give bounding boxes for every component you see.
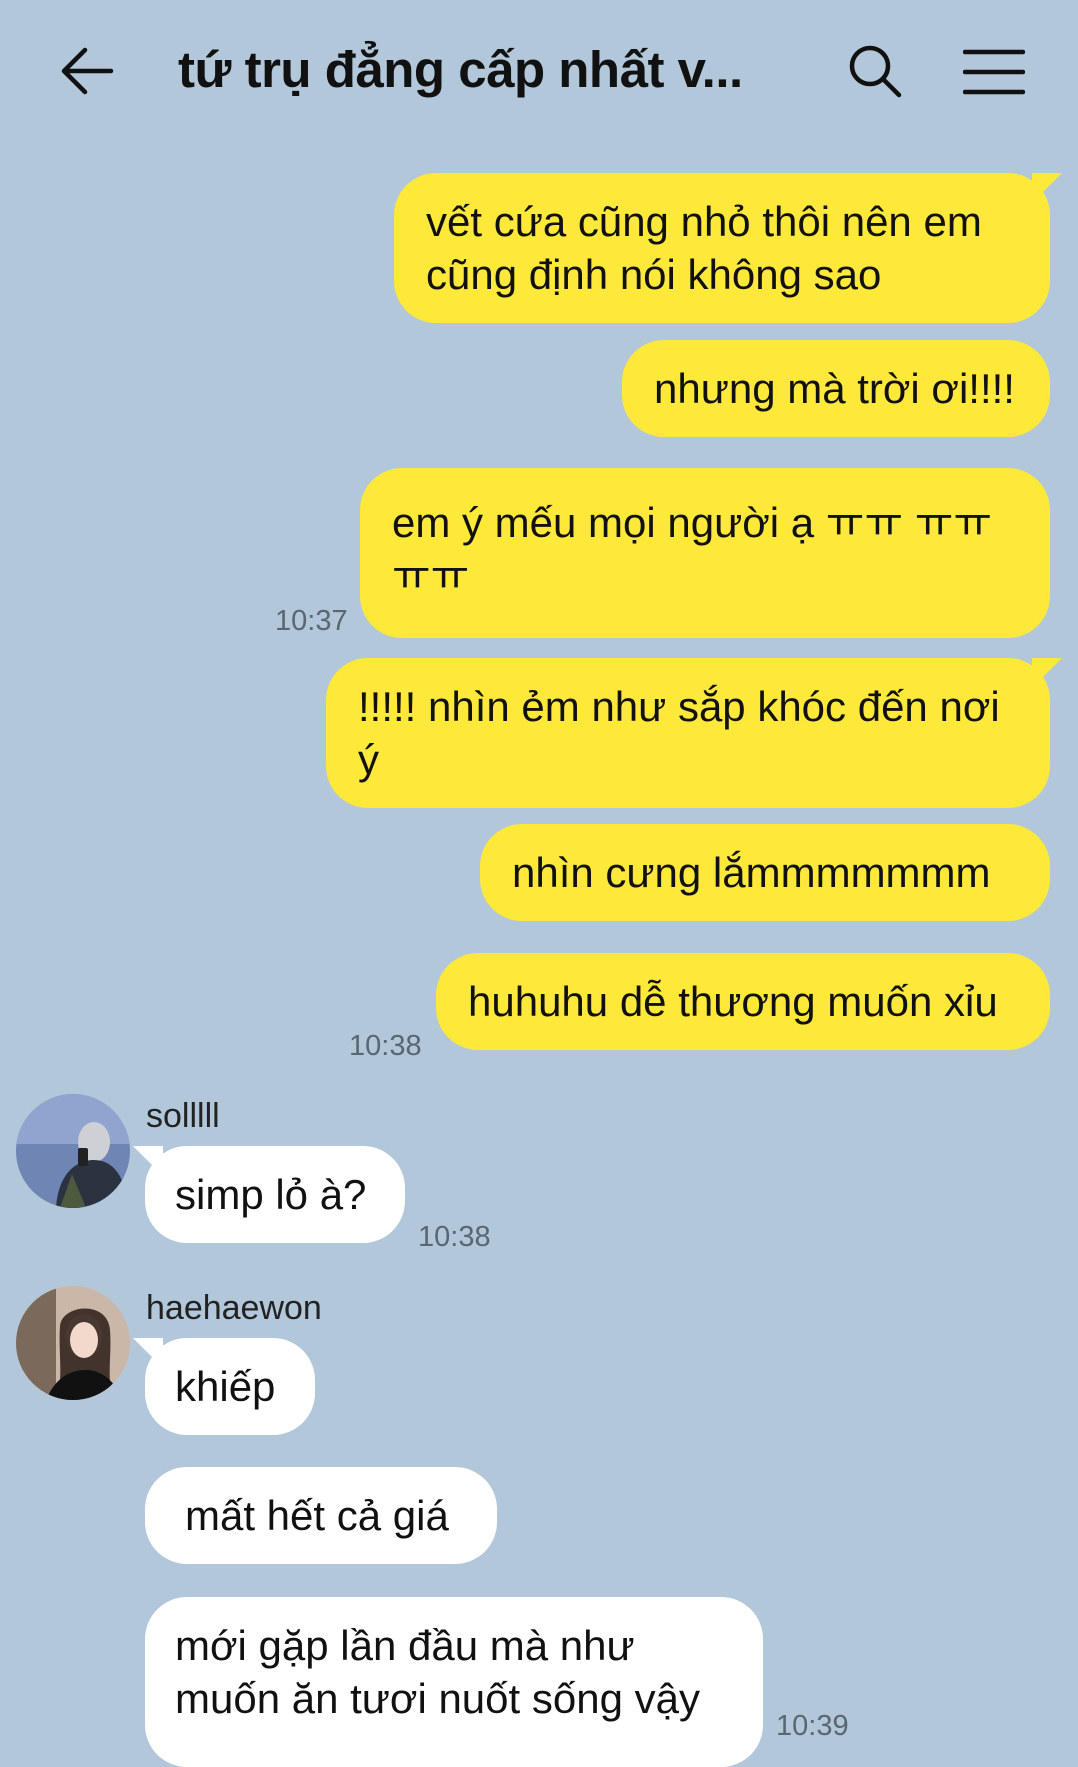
my-message-bubble[interactable]: !!!!! nhìn ẻm như sắp khóc đến nơi ý [326,658,1062,808]
message-timestamp: 10:38 [418,1221,491,1253]
menu-icon [963,49,1025,95]
my-message-bubble[interactable]: vết cứa cũng nhỏ thôi nên em cũng định n… [394,173,1062,323]
back-button[interactable] [52,36,122,106]
message-text: mới gặp lần đầu mà như muốn ăn tươi nuốt… [175,1622,700,1722]
their-message-bubble[interactable]: mới gặp lần đầu mà như muốn ăn tươi nuốt… [145,1597,763,1767]
message-timestamp: 10:39 [776,1710,849,1742]
my-message-bubble[interactable]: huhuhu dễ thương muốn xỉu [436,953,1050,1050]
message-text: khiếp [175,1363,276,1410]
message-text: nhưng mà trời ơi!!!! [654,365,1015,412]
message-text: mất hết cả giá [185,1492,449,1539]
my-message-bubble[interactable]: nhưng mà trời ơi!!!! [622,340,1050,437]
message-text: vết cứa cũng nhỏ thôi nên em cũng định n… [426,198,982,298]
sender-name: solllll [146,1097,220,1135]
user-photo-icon [16,1286,130,1400]
menu-button[interactable] [962,42,1026,102]
chat-title: tứ trụ đẳng cấp nhất v... [178,41,743,98]
avatar[interactable] [16,1286,130,1400]
message-text: huhuhu dễ thương muốn xỉu [468,978,998,1025]
their-message-bubble[interactable]: mất hết cả giá [145,1467,497,1564]
their-message-bubble[interactable]: khiếp [133,1338,315,1435]
avatar[interactable] [16,1094,130,1208]
user-photo-icon [16,1094,130,1208]
search-icon [849,45,902,98]
message-text: simp lỏ à? [175,1171,367,1218]
their-message-bubble[interactable]: simp lỏ à? [133,1146,405,1243]
message-timestamp: 10:38 [349,1030,422,1062]
message-timestamp: 10:37 [275,605,348,637]
sender-name: haehaewon [146,1289,322,1327]
chat-header: tứ trụ đẳng cấp nhất v... [0,0,1078,150]
message-text: nhìn cưng lắmmmmmmm [512,849,991,896]
my-message-bubble[interactable]: em ý mếu mọi người ạ ㅠㅠ ㅠㅠ ㅠㅠ [360,468,1050,638]
my-message-bubble[interactable]: nhìn cưng lắmmmmmmm [480,824,1050,921]
message-text: em ý mếu mọi người ạ ㅠㅠ ㅠㅠ ㅠㅠ [392,499,993,599]
arrow-left-icon [61,47,114,95]
search-button[interactable] [842,38,908,104]
message-text: !!!!! nhìn ẻm như sắp khóc đến nơi ý [358,683,1000,783]
